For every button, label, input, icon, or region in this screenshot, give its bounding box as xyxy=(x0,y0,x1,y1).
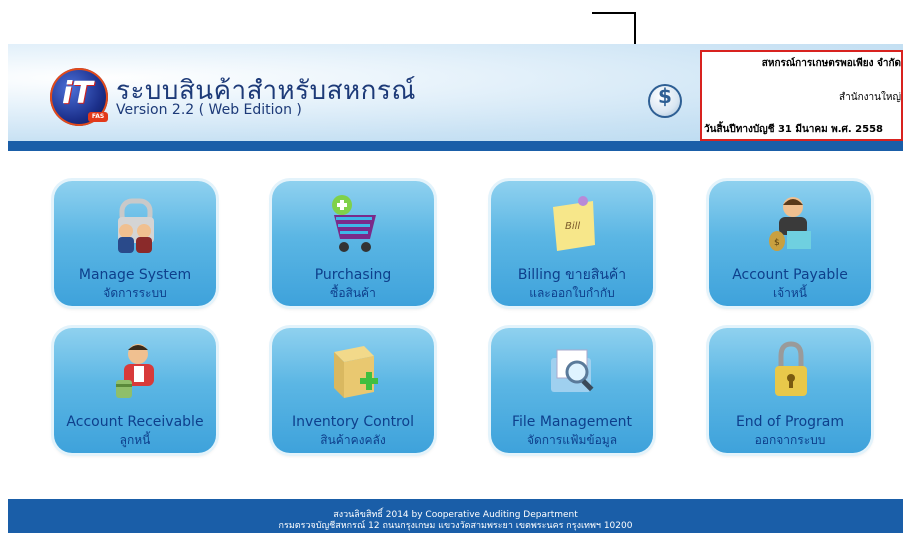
tile-label: Account Receivable xyxy=(66,414,204,430)
address-text: กรมตรวจบัญชีสหกรณ์ 12 ถนนกรุงเกษม แขวงวั… xyxy=(278,521,633,531)
tile-sublabel: ออกจากระบบ xyxy=(754,433,826,447)
header-divider-bar xyxy=(8,141,903,151)
coop-name: สหกรณ์การเกษตรพอเพียง จำกัด xyxy=(761,58,901,69)
tile-label: File Management xyxy=(511,414,633,430)
app-header: iT FAS ระบบสินค้าสำหรับสหกรณ์ Version 2.… xyxy=(8,44,903,141)
inventory-control-button[interactable]: Inventory Control สินค้าคงคลัง xyxy=(272,328,434,453)
logo-badge: FAS xyxy=(88,112,108,122)
tile-label: Account Payable xyxy=(732,267,848,283)
folder-search-icon xyxy=(551,349,594,392)
tile-label: Inventory Control xyxy=(292,414,414,430)
dollar-coin-icon: $ xyxy=(648,84,682,118)
padlock-icon xyxy=(775,341,807,396)
billing-button[interactable]: Bill Billing ขายสินค้า และออกใบกำกับ xyxy=(491,181,653,306)
svg-text:$: $ xyxy=(774,238,780,248)
shopping-cart-icon xyxy=(332,195,376,252)
office-name: สำนักงานใหญ่ xyxy=(839,92,901,103)
tile-sublabel: จัดการแฟ้มข้อมูล xyxy=(526,433,618,447)
tile-label: End of Program xyxy=(735,414,845,430)
tile-label: Purchasing xyxy=(314,267,392,283)
app-version: Version 2.2 ( Web Edition ) xyxy=(116,102,302,118)
money-person-icon: $ xyxy=(769,197,811,251)
logo-text: iT xyxy=(62,76,93,111)
tile-sublabel: ซื้อสินค้า xyxy=(330,286,376,300)
file-management-button[interactable]: File Management จัดการแฟ้มข้อมูล xyxy=(491,328,653,453)
tile-sublabel: สินค้าคงคลัง xyxy=(320,433,386,447)
tile-sublabel: จัดการระบบ xyxy=(103,286,167,300)
page-footer: สงวนลิขสิทธิ์ 2014 by Cooperative Auditi… xyxy=(8,499,903,533)
tile-sublabel: เจ้าหนี้ xyxy=(773,286,807,300)
people-lock-icon xyxy=(118,198,154,253)
tile-sublabel: และออกใบกำกับ xyxy=(529,286,615,300)
tile-sublabel: ลูกหนี้ xyxy=(119,433,151,447)
account-receivable-button[interactable]: Account Receivable ลูกหนี้ xyxy=(54,328,216,453)
app-logo: iT FAS xyxy=(50,68,108,126)
purchasing-button[interactable]: Purchasing ซื้อสินค้า xyxy=(272,181,434,306)
bill-note-icon: Bill xyxy=(553,196,595,251)
end-of-program-button[interactable]: End of Program ออกจากระบบ xyxy=(709,328,871,453)
account-payable-button[interactable]: $ Account Payable เจ้าหนี้ xyxy=(709,181,871,306)
fiscal-year-end: วันสิ้นปีทางบัญชี 31 มีนาคม พ.ศ. 2558 xyxy=(704,124,884,135)
tile-label: Billing ขายสินค้า xyxy=(517,267,627,283)
svg-text:Bill: Bill xyxy=(565,221,580,232)
tile-label: Manage System xyxy=(78,267,192,283)
manage-system-button[interactable]: Manage System จัดการระบบ xyxy=(54,181,216,306)
coop-info-box: สหกรณ์การเกษตรพอเพียง จำกัด สำนักงานใหญ่… xyxy=(700,50,903,141)
person-money-icon xyxy=(116,344,154,398)
box-add-icon xyxy=(334,346,378,398)
